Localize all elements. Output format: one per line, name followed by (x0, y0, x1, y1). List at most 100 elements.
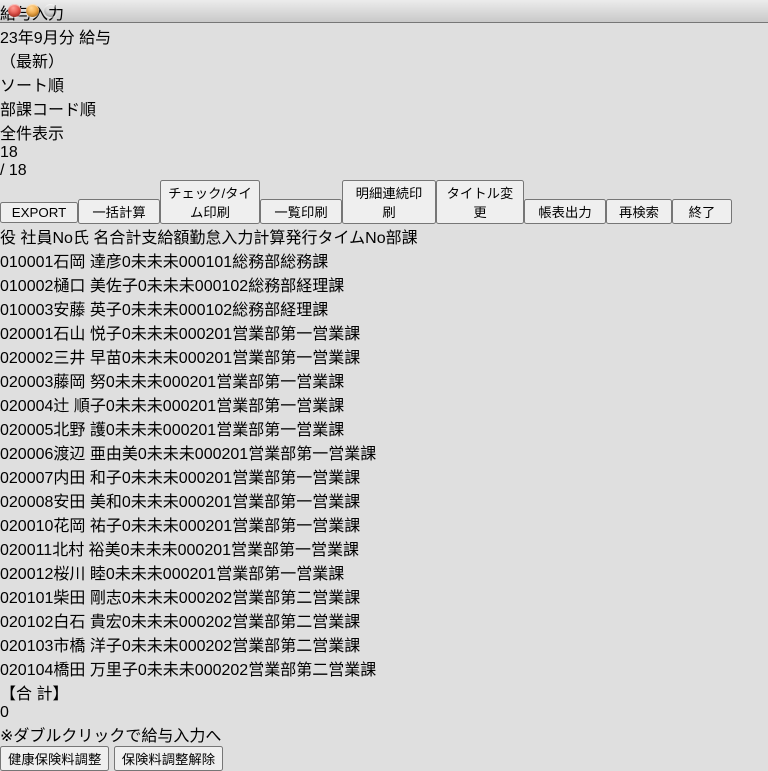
employee-no-cell: 020005 (0, 422, 53, 439)
table-row[interactable]: 020005北野 護0未未未000201営業部第一営業課 (0, 416, 768, 440)
calc-status-cell: 未 (131, 422, 147, 439)
issue-status-cell: 未 (163, 302, 179, 319)
table-row[interactable]: 020012桜川 睦0未未未000201営業部第一営業課 (0, 560, 768, 584)
footer-bar: 【合 計】 0 ※ダブルクリックで給与入力へ 健康保険料調整 保険料調整解除 (0, 680, 768, 771)
table-row[interactable]: 020103市橋 洋子0未未未000202営業部第二営業課 (0, 632, 768, 656)
table-row[interactable]: 020101柴田 剛志0未未未000202営業部第二営業課 (0, 584, 768, 608)
section-name-cell: 第一営業課 (264, 374, 344, 391)
employee-name-cell: 安田 美和 (53, 494, 121, 511)
section-name-cell: 第一営業課 (279, 542, 359, 559)
report-output-button[interactable]: 帳表出力 (524, 199, 606, 224)
attendance-status-cell: 未 (131, 494, 147, 511)
insurance-adjust-clear-button[interactable]: 保険料調整解除 (114, 746, 223, 771)
dept-name-cell: 営業部 (232, 590, 280, 607)
dept-code-cell: 00201 (172, 374, 217, 391)
close-icon[interactable] (8, 4, 21, 17)
dept-name-cell: 営業部 (216, 566, 264, 583)
employee-no-cell: 020001 (0, 326, 53, 343)
employee-no-cell: 010002 (0, 278, 53, 295)
minimize-icon[interactable] (26, 4, 39, 17)
section-name-cell: 第一営業課 (296, 446, 376, 463)
sort-order-value: 部課コード順 (0, 102, 96, 119)
column-header: 氏 名 (73, 230, 109, 247)
title-change-button[interactable]: タイトル変更 (436, 180, 524, 224)
table-row[interactable]: 020102白石 貴宏0未未未000202営業部第二営業課 (0, 608, 768, 632)
time-no-cell: 0 (179, 494, 188, 511)
double-click-note: ※ダブルクリックで給与入力へ (0, 722, 768, 746)
record-count-field[interactable]: 18 (0, 144, 768, 162)
employee-no-cell: 010003 (0, 302, 53, 319)
title-bar[interactable]: 給与入力 (0, 0, 768, 23)
dept-name-cell: 営業部 (232, 494, 280, 511)
dept-name-cell: 営業部 (232, 470, 280, 487)
check-time-print-button[interactable]: チェック/タイム印刷 (160, 180, 260, 224)
table-row[interactable]: 020001石山 悦子0未未未000201営業部第一営業課 (0, 320, 768, 344)
employee-name-cell: 安藤 英子 (53, 302, 121, 319)
batch-calc-button[interactable]: 一括計算 (78, 199, 160, 224)
section-name-cell: 第一営業課 (264, 422, 344, 439)
time-no-cell: 0 (179, 350, 188, 367)
table-row[interactable]: 020007内田 和子0未未未000201営業部第一営業課 (0, 464, 768, 488)
employee-no-cell: 020006 (0, 446, 53, 463)
attendance-status-cell: 未 (115, 374, 131, 391)
table-row[interactable]: 010001石岡 達彦0未未未000101総務部総務課 (0, 248, 768, 272)
calc-status-cell: 未 (147, 518, 163, 535)
time-no-cell: 0 (178, 542, 187, 559)
total-pay-cell: 0 (122, 470, 131, 487)
table-row[interactable]: 020008安田 美和0未未未000201営業部第一営業課 (0, 488, 768, 512)
display-filter-dropdown[interactable]: 全件表示 (0, 120, 768, 144)
export-button[interactable]: EXPORT (0, 202, 78, 223)
table-row[interactable]: 010002樋口 美佐子0未未未000102総務部経理課 (0, 272, 768, 296)
dept-name-cell: 営業部 (232, 350, 280, 367)
dept-code-cell: 00201 (188, 326, 233, 343)
table-row[interactable]: 020004辻 順子0未未未000201営業部第一営業課 (0, 392, 768, 416)
attendance-status-cell: 未 (115, 398, 131, 415)
total-pay-cell: 0 (122, 590, 131, 607)
employee-name-cell: 内田 和子 (53, 470, 121, 487)
quit-button[interactable]: 終了 (672, 199, 732, 224)
attendance-status-cell: 未 (115, 422, 131, 439)
table-row[interactable]: 020010花岡 祐子0未未未000201営業部第一営業課 (0, 512, 768, 536)
table-row[interactable]: 020104橋田 万里子0未未未000202営業部第二営業課 (0, 656, 768, 680)
employee-name-cell: 樋口 美佐子 (53, 278, 137, 295)
table-row[interactable]: 010003安藤 英子0未未未000102総務部経理課 (0, 296, 768, 320)
attendance-status-cell: 未 (131, 302, 147, 319)
toolbar-row-1: 給与一覧 23年9月分 給与 （最新） ソート順 部課コード順 全件表示 18 … (0, 0, 768, 180)
section-name-cell: 第二営業課 (280, 638, 360, 655)
calc-status-cell: 未 (147, 638, 163, 655)
table-row[interactable]: 020002三井 早苗0未未未000201営業部第一営業課 (0, 344, 768, 368)
calc-status-cell: 未 (147, 302, 163, 319)
zoom-icon[interactable] (44, 4, 57, 17)
total-pay-cell: 0 (106, 422, 115, 439)
attendance-status-cell: 未 (131, 350, 147, 367)
dept-code-cell: 00201 (188, 494, 233, 511)
dept-name-cell: 営業部 (232, 614, 280, 631)
dept-code-cell: 00201 (187, 542, 232, 559)
dept-code-cell: 00202 (204, 662, 249, 679)
sort-order-dropdown[interactable]: 部課コード順 (0, 96, 768, 120)
dept-name-cell: 営業部 (232, 638, 280, 655)
health-insurance-adjust-button[interactable]: 健康保険料調整 (0, 746, 109, 771)
table-row[interactable]: 020006渡辺 亜由美0未未未000201営業部第一営業課 (0, 440, 768, 464)
total-pay-cell: 0 (122, 254, 131, 271)
research-button[interactable]: 再検索 (606, 199, 672, 224)
time-no-cell: 0 (163, 422, 172, 439)
dept-code-cell: 00202 (188, 614, 233, 631)
list-print-button[interactable]: 一覧印刷 (260, 199, 342, 224)
total-pay-cell: 0 (138, 662, 147, 679)
section-name-cell: 第一営業課 (264, 398, 344, 415)
time-no-cell: 0 (195, 278, 204, 295)
employee-no-cell: 020101 (0, 590, 53, 607)
column-header: 合計支給額 (109, 230, 189, 247)
dept-name-cell: 営業部 (248, 662, 296, 679)
dept-name-cell: 総務部 (232, 302, 280, 319)
issue-status-cell: 未 (147, 566, 163, 583)
issue-status-cell: 未 (163, 494, 179, 511)
detail-continuous-print-button[interactable]: 明細連続印刷 (342, 180, 436, 224)
employee-name-cell: 市橋 洋子 (53, 638, 121, 655)
total-pay-cell: 0 (122, 614, 131, 631)
employee-no-cell: 020007 (0, 470, 53, 487)
table-row[interactable]: 020011北村 裕美0未未未000201営業部第一営業課 (0, 536, 768, 560)
paren-close: ） (48, 54, 64, 71)
table-row[interactable]: 020003藤岡 努0未未未000201営業部第一営業課 (0, 368, 768, 392)
